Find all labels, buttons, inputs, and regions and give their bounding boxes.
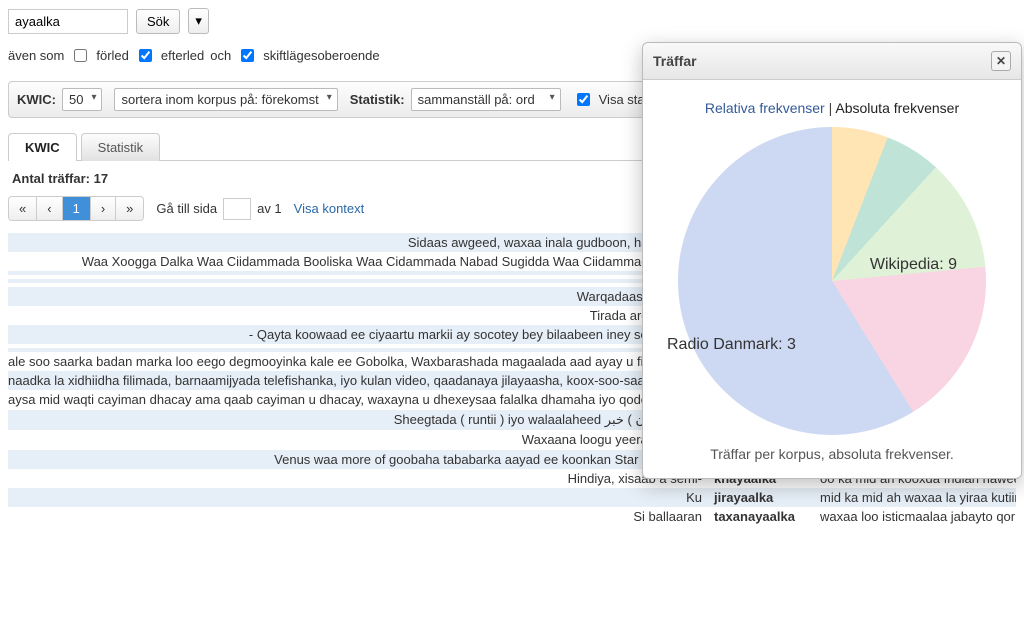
table-row[interactable]: Kujirayaalkamid ka mid ah waxaa la yiraa… xyxy=(8,488,1016,507)
show-statistics-checkbox[interactable] xyxy=(577,93,590,106)
pager-next[interactable]: › xyxy=(90,197,115,220)
kwic-right: mid ka mid ah waxaa la yiraa kutiirsanay… xyxy=(818,490,1016,505)
kwic-match: jirayaalka xyxy=(708,490,818,505)
tab-statistik[interactable]: Statistik xyxy=(81,133,161,161)
hits-popup: Träffar ✕ Relativa frekvenser | Absoluta… xyxy=(642,42,1022,479)
pager-prev[interactable]: ‹ xyxy=(36,197,61,220)
kwic-left: naadka la xidhiidha filimada, barnaamijy… xyxy=(8,373,708,388)
goto-page: Gå till sida av 1 xyxy=(156,198,281,220)
chart-caption: Träffar per korpus, absoluta frekvenser. xyxy=(653,446,1011,462)
show-context-link[interactable]: Visa kontext xyxy=(294,201,365,216)
prefix-label: även som xyxy=(8,48,64,63)
pager-page-1[interactable]: 1 xyxy=(62,197,90,220)
absolute-frequencies-link[interactable]: Absoluta frekvenser xyxy=(835,100,959,116)
kwic-left: Tirada ardada loo q xyxy=(8,308,708,323)
frequency-toggle: Relativa frekvenser | Absoluta frekvense… xyxy=(653,100,1011,116)
pie-chart: Wikipedia: 9 Radio Danmark: 3 xyxy=(677,126,987,436)
kwic-left: Si ballaaran xyxy=(8,509,708,524)
kwic-size-select[interactable]: 50 xyxy=(62,88,102,111)
search-row: Sök ▾ xyxy=(8,8,1016,34)
kwic-left: Ku xyxy=(8,490,708,505)
kwic-left: Warqadaas ay soo sa xyxy=(8,289,708,304)
kwic-left: Sheegtada ( runtii ) iyo walaalaheed وأخ… xyxy=(8,412,708,428)
case-insensitive-label: skiftlägesoberoende xyxy=(263,48,379,63)
pie-label-radio-danmark: Radio Danmark: 3 xyxy=(667,336,796,354)
pie-slices xyxy=(677,126,987,436)
forled-checkbox[interactable] xyxy=(74,49,87,62)
table-row[interactable]: Si ballaarantaxanayaalkawaxaa loo isticm… xyxy=(8,507,1016,526)
efterled-checkbox[interactable] xyxy=(139,49,152,62)
case-insensitive-checkbox[interactable] xyxy=(241,49,254,62)
pager: « ‹ 1 › » xyxy=(8,196,144,221)
popup-header[interactable]: Träffar ✕ xyxy=(643,43,1021,80)
tab-kwic[interactable]: KWIC xyxy=(8,133,77,161)
kwic-size-label: KWIC: xyxy=(17,92,56,107)
kwic-left: Hindiya, xisaab a semi- xyxy=(8,471,708,486)
search-button[interactable]: Sök xyxy=(136,9,180,34)
search-input[interactable] xyxy=(8,9,128,34)
pager-last[interactable]: » xyxy=(115,197,143,220)
kwic-left: Waxaana loogu yeeraa xarfaha xyxy=(8,432,708,448)
kwic-left: ale soo saarka badan marka loo eego degm… xyxy=(8,354,708,369)
kwic-right: waxaa loo isticmaalaa jabayto qoridda si… xyxy=(818,509,1016,524)
sort-select[interactable]: sortera inom korpus på: förekomst xyxy=(114,88,337,111)
statistic-select[interactable]: sammanställ på: ord xyxy=(411,88,561,111)
statistic-label: Statistik: xyxy=(350,92,405,107)
goto-page-input[interactable] xyxy=(223,198,251,220)
kwic-left: Venus waa more of goobaha tababarka aaya… xyxy=(8,452,708,467)
kwic-match: taxanayaalka xyxy=(708,509,818,524)
kwic-left: Waa Xoogga Dalka Waa Ciidammada Booliska… xyxy=(8,254,708,269)
kwic-left: - Qayta koowaad ee ciyaartu markii ay so… xyxy=(8,327,708,342)
popup-body: Relativa frekvenser | Absoluta frekvense… xyxy=(643,80,1021,478)
kwic-left: aysa mid waqti cayiman dhacay ama qaab c… xyxy=(8,392,708,408)
popup-title: Träffar xyxy=(653,53,697,69)
search-dropdown-toggle[interactable]: ▾ xyxy=(188,8,209,34)
kwic-left: Sidaas awgeed, waxaa inala gudboon, hadd… xyxy=(8,235,708,250)
forled-label: förled xyxy=(96,48,129,63)
goto-page-of: av 1 xyxy=(257,201,282,216)
efterled-label: efterled xyxy=(161,48,204,63)
goto-page-label: Gå till sida xyxy=(156,201,217,216)
pager-first[interactable]: « xyxy=(9,197,36,220)
close-icon[interactable]: ✕ xyxy=(991,51,1011,71)
and-label: och xyxy=(210,48,231,63)
pie-label-wikipedia: Wikipedia: 9 xyxy=(870,256,957,274)
relative-frequencies-link[interactable]: Relativa frekvenser xyxy=(705,100,825,116)
